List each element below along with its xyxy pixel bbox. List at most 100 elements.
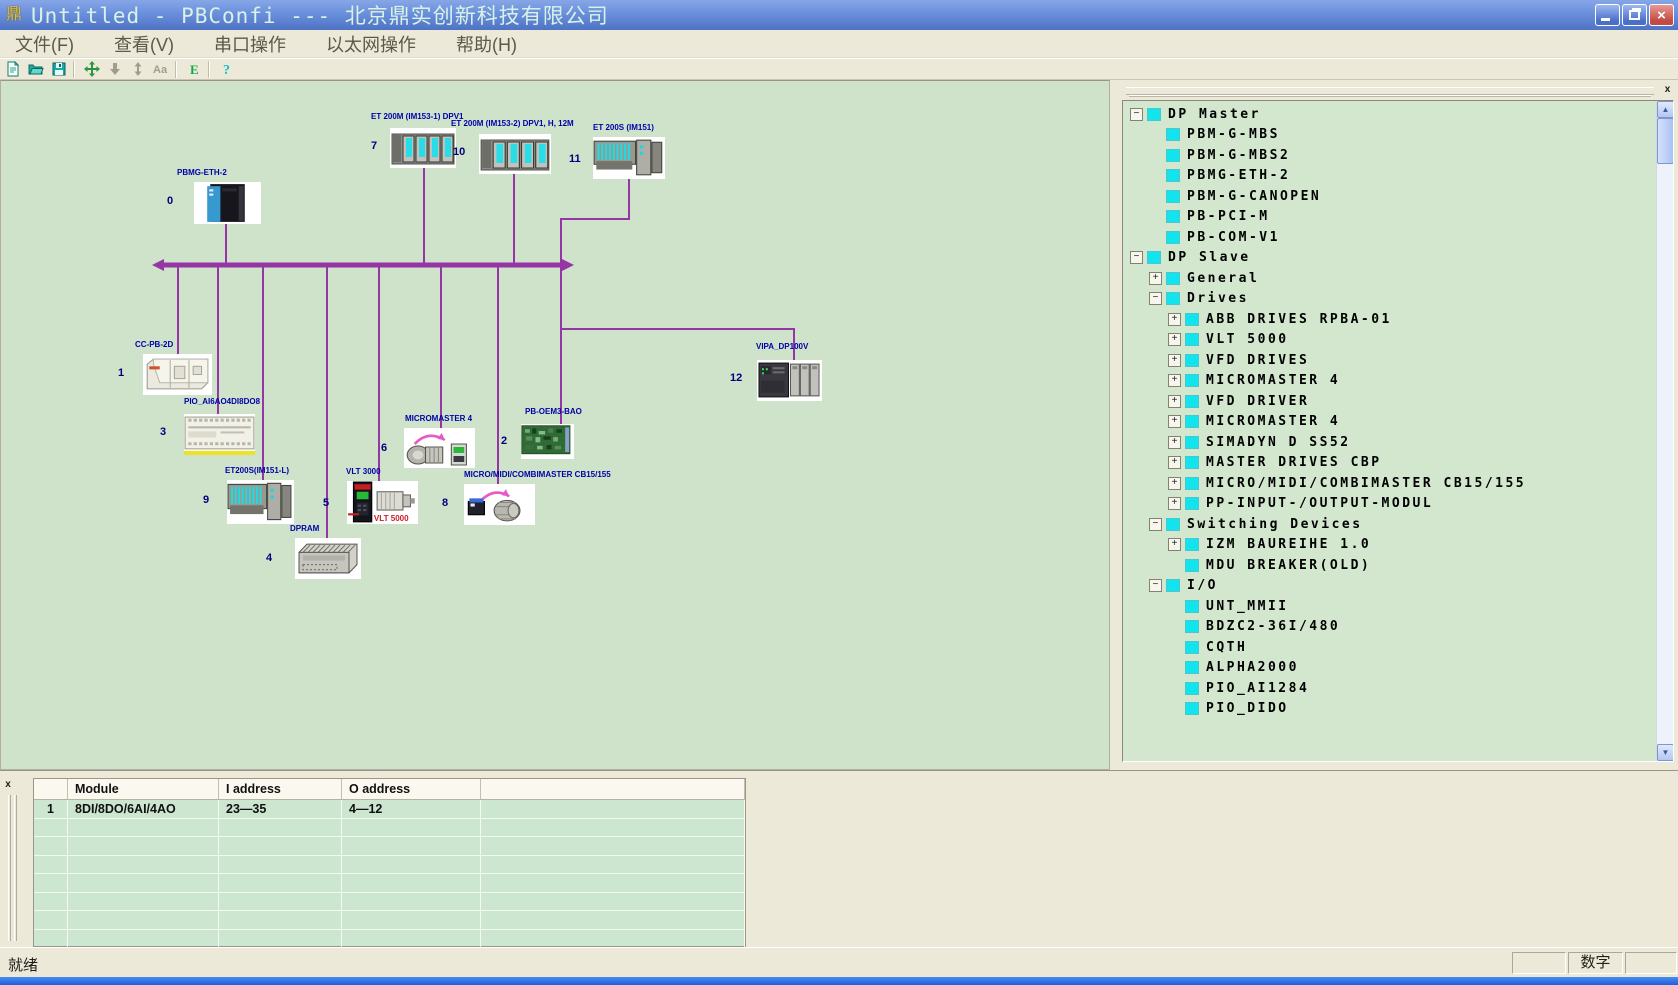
table-row-empty[interactable] [34,819,745,838]
move-button[interactable] [81,60,102,79]
collapse-icon[interactable]: − [1149,292,1162,305]
font-button[interactable]: Aa [150,60,171,79]
expand-icon[interactable]: + [1168,477,1181,490]
collapse-icon[interactable]: − [1130,108,1143,121]
tree-item-drives[interactable]: −Drives [1129,289,1655,310]
menu-item-3[interactable]: 以太网操作 [311,31,431,57]
device-node-9[interactable] [227,480,294,524]
menu-item-1[interactable]: 查看(V) [99,31,189,57]
tree-item-cqth[interactable]: CQTH [1129,637,1655,658]
tree-item-simadyn-d-ss52[interactable]: +SIMADYN D SS52 [1129,432,1655,453]
menu-item-4[interactable]: 帮助(H) [441,31,532,57]
device-node-5[interactable]: VLT 5000 [347,481,418,524]
tree-item-pio-dido[interactable]: PIO_DIDO [1129,699,1655,720]
close-button[interactable]: × [1649,4,1674,26]
tree-item-pio-ai1284[interactable]: PIO_AI1284 [1129,678,1655,699]
expand-icon[interactable]: + [1168,333,1181,346]
tree-item-pb-com-v1[interactable]: PB-COM-V1 [1129,227,1655,248]
tree-item-micromaster-4[interactable]: +MICROMASTER 4 [1129,371,1655,392]
tree-item-vfd-driver[interactable]: +VFD DRIVER [1129,391,1655,412]
diagram-canvas[interactable]: PBMG-ETH-20ET 200M (IM153-1) DPV17ET 200… [0,80,1110,770]
collapse-icon[interactable]: − [1149,579,1162,592]
table-row-empty[interactable] [34,930,745,949]
column-header-Module[interactable]: Module [68,779,219,799]
device-node-2[interactable] [521,424,574,459]
table-row-empty[interactable] [34,893,745,912]
device-node-8[interactable] [464,484,535,525]
expand-icon[interactable]: + [1168,415,1181,428]
tree-item-pbm-g-canopen[interactable]: PBM-G-CANOPEN [1129,186,1655,207]
collapse-icon[interactable]: − [1130,251,1143,264]
column-header-blank[interactable] [481,779,745,799]
tree-item-dp-slave[interactable]: −DP Slave [1129,248,1655,269]
tree-item-general[interactable]: +General [1129,268,1655,289]
tree-item-micro-midi-combimaster-cb15-155[interactable]: +MICRO/MIDI/COMBIMASTER CB15/155 [1129,473,1655,494]
device-node-10[interactable] [479,134,551,174]
tree-item-i-o[interactable]: −I/O [1129,576,1655,597]
device-node-12[interactable] [757,360,822,401]
tree-item-mdu-breaker-old-[interactable]: MDU BREAKER(OLD) [1129,555,1655,576]
menu-item-2[interactable]: 串口操作 [199,31,301,57]
tree-item-pp-input-output-modul[interactable]: +PP-INPUT-/OUTPUT-MODUL [1129,494,1655,515]
save-button[interactable] [48,60,69,79]
device-node-7[interactable] [390,128,456,168]
table-panel-grip[interactable] [8,795,11,941]
tree-item-dp-master[interactable]: −DP Master [1129,104,1655,125]
expand-icon[interactable]: + [1168,497,1181,510]
expand-icon[interactable]: + [1168,538,1181,551]
tree-item-switching-devices[interactable]: −Switching Devices [1129,514,1655,535]
column-header-I address[interactable]: I address [219,779,342,799]
open-button[interactable] [25,60,46,79]
tree-item-bdzc2-36i-480[interactable]: BDZC2-36I/480 [1129,617,1655,638]
upload-download-button[interactable] [127,60,148,79]
scroll-up-button[interactable]: ▲ [1657,101,1674,118]
menu-item-0[interactable]: 文件(F) [0,31,89,57]
device-node-6[interactable] [404,428,475,468]
tree-item-pb-pci-m[interactable]: PB-PCI-M [1129,207,1655,228]
device-node-1[interactable] [143,354,212,395]
new-button[interactable] [2,60,23,79]
table-row-empty[interactable] [34,837,745,856]
collapse-icon[interactable]: − [1149,518,1162,531]
device-node-4[interactable] [295,538,361,579]
tree-item-unt-mmii[interactable]: UNT_MMII [1129,596,1655,617]
minimize-button[interactable] [1595,4,1620,26]
expand-icon[interactable]: + [1149,272,1162,285]
tree-item-micromaster-4[interactable]: +MICROMASTER 4 [1129,412,1655,433]
tree-item-pbmg-eth-2[interactable]: PBMG-ETH-2 [1129,166,1655,187]
device-node-11[interactable] [593,137,665,179]
table-row-empty[interactable] [34,911,745,930]
tree-panel-close-button[interactable]: x [1661,83,1674,96]
titlebar[interactable]: 鼎 Untitled - PBConfi --- 北京鼎实创新科技有限公司 × [0,0,1678,30]
column-header-O address[interactable]: O address [342,779,481,799]
expand-icon[interactable]: + [1168,456,1181,469]
scroll-down-button[interactable]: ▼ [1657,744,1674,761]
tree-item-vlt-5000[interactable]: +VLT 5000 [1129,330,1655,351]
device-node-0[interactable] [194,182,261,224]
expand-icon[interactable]: + [1168,436,1181,449]
tree-item-vfd-drives[interactable]: +VFD DRIVES [1129,350,1655,371]
expand-icon[interactable]: + [1168,313,1181,326]
expand-icon[interactable]: + [1168,374,1181,387]
tree-item-izm-baureihe-1-0[interactable]: +IZM BAUREIHE 1.0 [1129,535,1655,556]
table-row[interactable]: 18DI/8DO/6AI/4AO23—354—12 [34,800,745,819]
tree-item-abb-drives-rpba-01[interactable]: +ABB DRIVES RPBA-01 [1129,309,1655,330]
table-panel-close-button[interactable]: x [2,779,14,791]
help-button[interactable]: ? [216,60,237,79]
tree-item-alpha2000[interactable]: ALPHA2000 [1129,658,1655,679]
restore-button[interactable] [1622,4,1647,26]
table-row-empty[interactable] [34,856,745,875]
tree-item-pbm-g-mbs2[interactable]: PBM-G-MBS2 [1129,145,1655,166]
download-button[interactable] [104,60,125,79]
tree-item-pbm-g-mbs[interactable]: PBM-G-MBS [1129,125,1655,146]
expand-icon[interactable]: + [1168,354,1181,367]
table-row-empty[interactable] [34,874,745,893]
expand-icon[interactable]: + [1168,395,1181,408]
scroll-thumb[interactable] [1657,118,1674,164]
panel-grip[interactable] [1126,87,1654,95]
tree-scrollbar[interactable]: ▲ ▼ [1656,101,1673,761]
tree-item-master-drives-cbp[interactable]: +MASTER DRIVES CBP [1129,453,1655,474]
address-view-button[interactable]: E [183,60,204,79]
column-header-blank[interactable] [34,779,68,799]
device-node-3[interactable] [184,414,255,455]
